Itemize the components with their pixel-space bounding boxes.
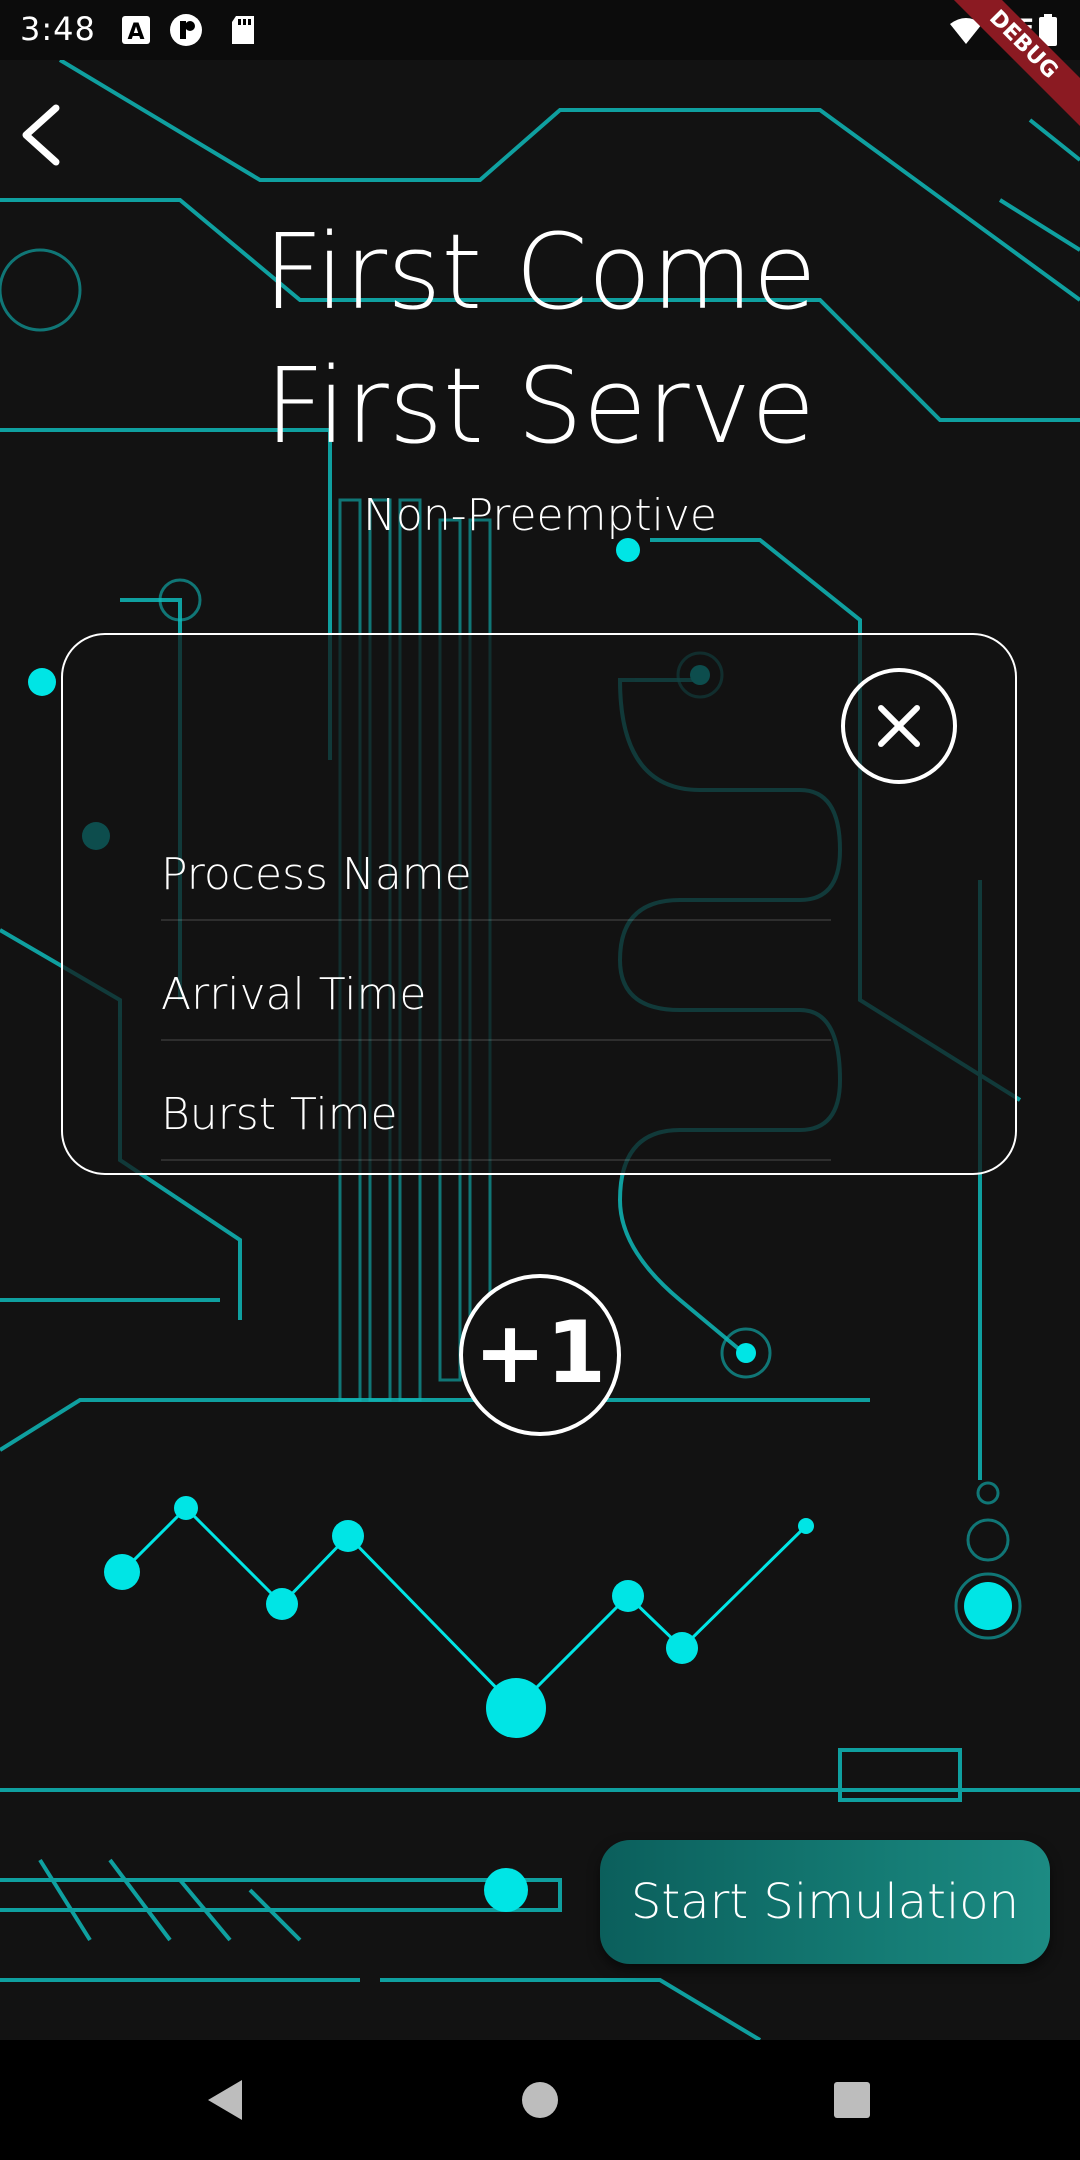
arrival-time-placeholder: Arrival Time	[161, 969, 427, 1020]
title-line-1: First Come	[263, 211, 817, 333]
nav-home-icon[interactable]	[510, 2070, 570, 2130]
nav-recents-icon[interactable]	[822, 2070, 882, 2130]
nav-back-icon[interactable]	[196, 2070, 256, 2130]
page-title: First Come First Serve	[0, 205, 1080, 473]
svg-text:A: A	[127, 20, 144, 45]
a-icon: A	[122, 16, 150, 45]
arrival-time-field[interactable]: Arrival Time	[161, 941, 831, 1041]
add-process-button[interactable]: +1	[459, 1274, 621, 1436]
start-simulation-button[interactable]: Start Simulation	[600, 1840, 1050, 1964]
fcfs-screen: 3:48 A LTE DEBUG First Come	[0, 0, 1080, 2160]
close-icon	[878, 705, 920, 747]
page-subtitle: Non-Preemptive	[363, 490, 717, 541]
remove-process-button[interactable]	[841, 668, 957, 784]
process-card: Process Name Arrival Time Burst Time	[61, 633, 1017, 1175]
status-time: 3:48	[20, 10, 96, 48]
process-name-placeholder: Process Name	[161, 849, 472, 900]
status-bar: 3:48 A LTE	[0, 0, 1080, 60]
burst-time-field[interactable]: Burst Time	[161, 1061, 831, 1161]
process-name-field[interactable]: Process Name	[161, 821, 831, 921]
notification-icon	[170, 14, 202, 46]
burst-time-placeholder: Burst Time	[161, 1089, 398, 1140]
sd-card-icon	[232, 16, 254, 44]
title-line-2: First Serve	[264, 345, 816, 467]
system-nav-bar	[0, 2040, 1080, 2160]
back-arrow-icon[interactable]	[16, 100, 72, 170]
